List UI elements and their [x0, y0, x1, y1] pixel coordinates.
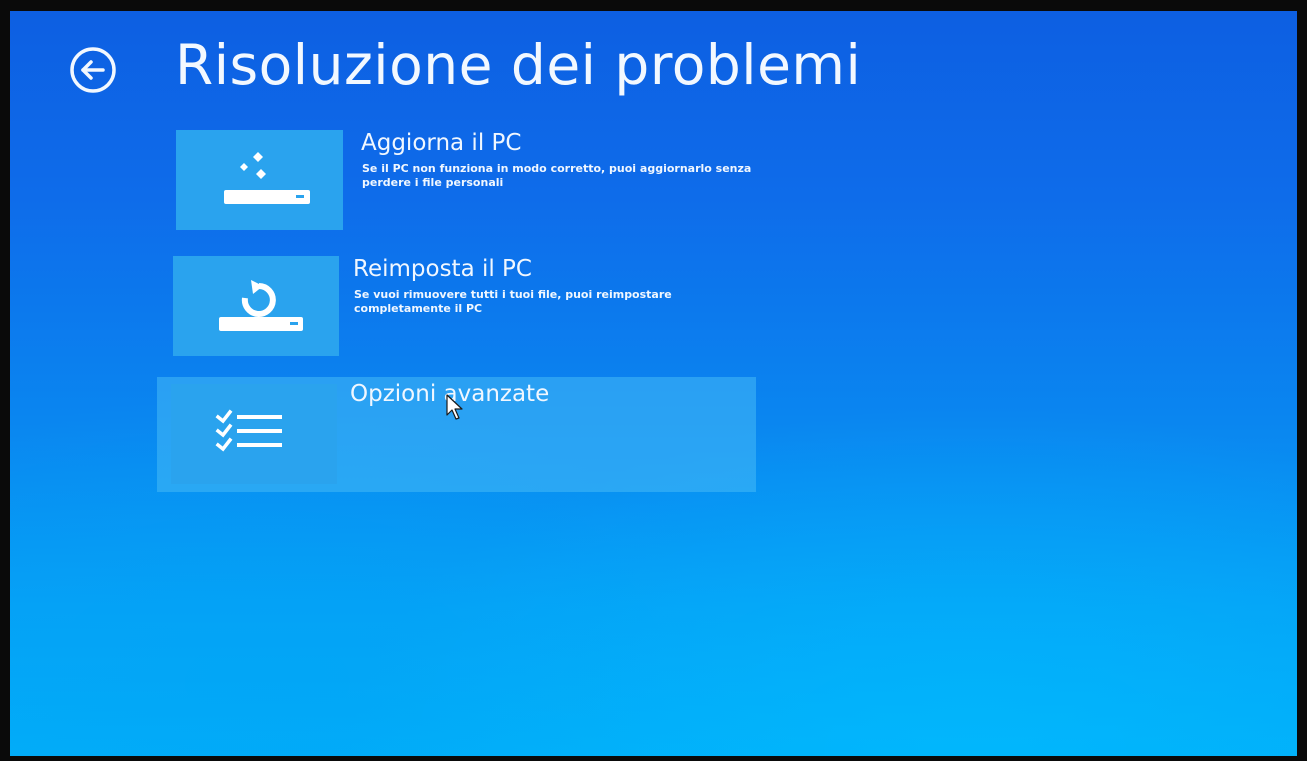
option-description: Se il PC non funziona in modo corretto, … — [362, 162, 752, 189]
troubleshoot-screen: Risoluzione dei problemi Aggiorna il PC … — [10, 11, 1297, 756]
option-description: Se vuoi rimuovere tutti i tuoi file, puo… — [354, 288, 672, 315]
option-tile — [173, 256, 339, 356]
mouse-pointer-icon — [446, 394, 463, 420]
screen-bezel: Risoluzione dei problemi Aggiorna il PC … — [0, 0, 1307, 761]
refresh-pc-icon — [224, 152, 310, 204]
option-refresh-pc[interactable]: Aggiorna il PC Se il PC non funziona in … — [176, 130, 776, 232]
back-arrow-circle-icon — [70, 47, 116, 93]
option-tile — [171, 384, 337, 484]
option-reset-pc[interactable]: Reimposta il PC Se vuoi rimuovere tutti … — [173, 256, 773, 358]
option-title: Aggiorna il PC — [361, 130, 522, 156]
option-tile — [176, 130, 343, 230]
checklist-icon — [215, 409, 282, 452]
page-title: Risoluzione dei problemi — [175, 33, 862, 97]
back-button[interactable] — [67, 44, 119, 96]
option-title: Reimposta il PC — [353, 256, 532, 282]
reset-pc-icon — [219, 280, 303, 331]
